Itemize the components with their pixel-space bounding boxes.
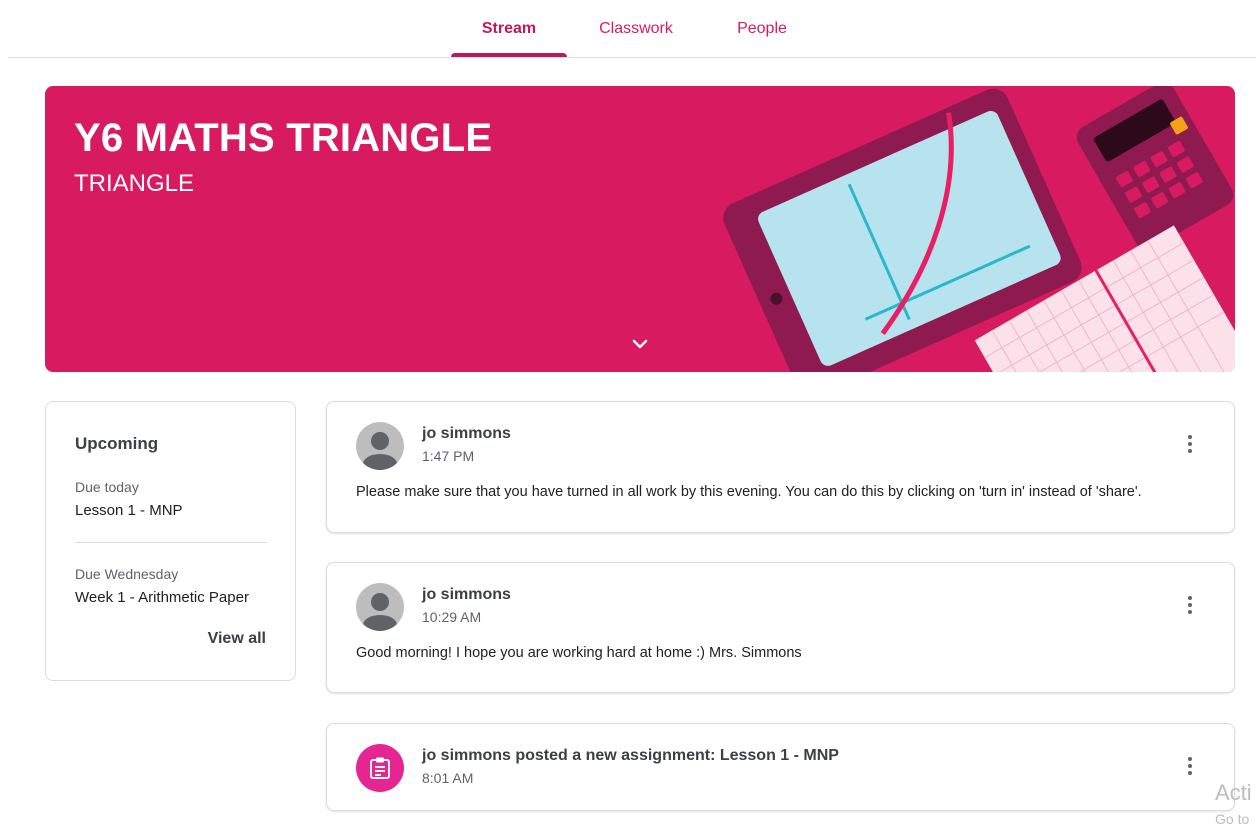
chevron-down-icon[interactable] — [628, 332, 652, 356]
class-section: TRIANGLE — [74, 170, 195, 197]
more-options-icon[interactable] — [1178, 593, 1202, 617]
upcoming-title: Upcoming — [75, 434, 159, 453]
tab-people-label: People — [737, 19, 787, 37]
upcoming-card: Upcoming Due today Lesson 1 - MNP Due We… — [45, 401, 296, 681]
classroom-page: Stream Classwork People Y6 MATHS TRIANGL… — [0, 0, 1256, 831]
upcoming-item-link[interactable]: Week 1 - Arithmetic Paper — [75, 589, 249, 606]
post-time: 1:47 PM — [422, 448, 475, 464]
due-label: Due Wednesday — [75, 566, 179, 582]
due-label: Due today — [75, 479, 139, 495]
upcoming-item-link[interactable]: Lesson 1 - MNP — [75, 502, 183, 519]
more-options-icon[interactable] — [1178, 432, 1202, 456]
tab-classwork-label: Classwork — [599, 19, 673, 37]
top-tab-bar: Stream Classwork People — [8, 0, 1256, 58]
person-icon — [363, 593, 397, 631]
post-author: jo simmons — [422, 586, 511, 603]
assignment-title-link[interactable]: jo simmons posted a new assignment: Less… — [422, 747, 839, 765]
post-author: jo simmons — [422, 425, 511, 442]
stream-post[interactable]: jo simmons 1:47 PM Please make sure that… — [326, 401, 1235, 533]
assignment-post[interactable]: jo simmons posted a new assignment: Less… — [326, 723, 1235, 811]
active-tab-indicator — [451, 53, 567, 57]
tab-classwork[interactable]: Classwork — [581, 0, 691, 57]
view-all-link[interactable]: View all — [208, 630, 266, 648]
stream-post[interactable]: jo simmons 10:29 AM Good morning! I hope… — [326, 562, 1235, 693]
class-banner: Y6 MATHS TRIANGLE TRIANGLE — [45, 86, 1235, 372]
assignment-icon — [356, 744, 404, 792]
post-body: Good morning! I hope you are working har… — [356, 645, 802, 661]
tab-stream-label: Stream — [481, 19, 537, 37]
post-time: 8:01 AM — [422, 770, 474, 786]
tab-people[interactable]: People — [722, 0, 802, 57]
post-body: Please make sure that you have turned in… — [356, 484, 1142, 500]
post-time: 10:29 AM — [422, 609, 482, 625]
class-title: Y6 MATHS TRIANGLE — [74, 116, 493, 160]
activation-watermark-sub: Go to — [1215, 811, 1250, 827]
more-options-icon[interactable] — [1178, 754, 1202, 778]
avatar — [356, 583, 404, 631]
upcoming-divider — [75, 542, 267, 543]
avatar — [356, 422, 404, 470]
tab-stream[interactable]: Stream — [451, 0, 567, 57]
activation-watermark: Acti — [1215, 780, 1252, 805]
person-icon — [363, 432, 397, 470]
